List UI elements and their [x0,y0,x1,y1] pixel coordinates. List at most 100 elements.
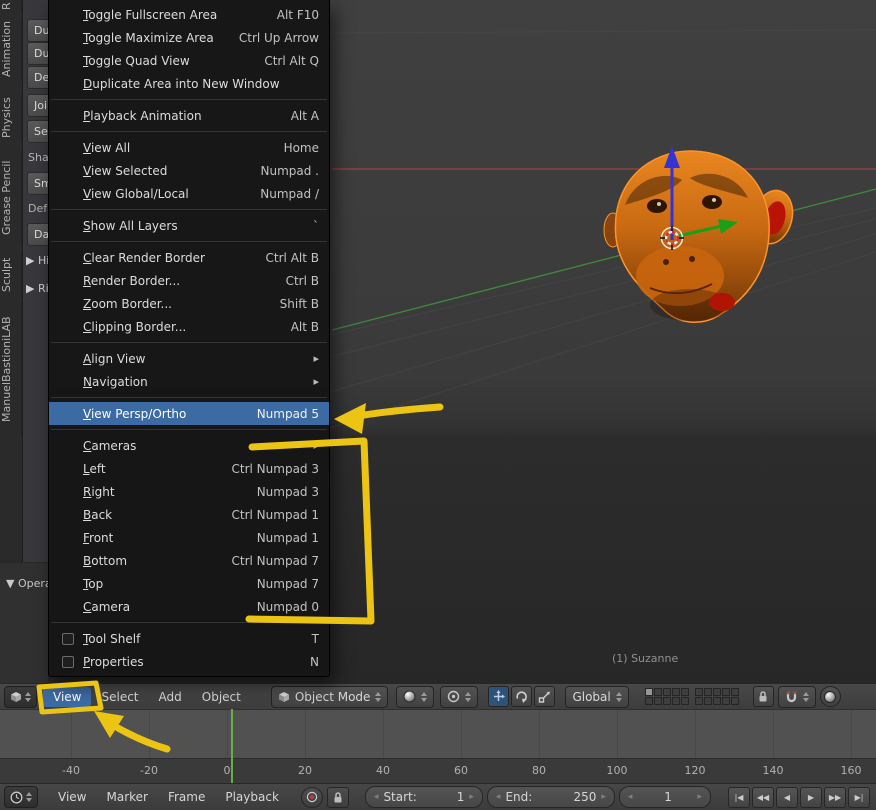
layer-toggle[interactable] [703,688,712,696]
decrement-arrow-icon[interactable]: ◂ [496,792,501,802]
menu-item-back[interactable]: Back Ctrl Numpad 1 [49,503,329,526]
layer-toggle[interactable] [662,697,671,705]
toolshelf-delet[interactable]: Delet [27,66,48,89]
timeline-ruler[interactable]: -40 -20 0 20 40 60 80 100 120 140 160 [0,758,876,783]
menu-item-clipping-border[interactable]: Clipping Border... Alt B [49,315,329,338]
layer-toggle[interactable] [730,688,739,696]
toolshelf-duplica[interactable]: Duplica [27,42,48,65]
layer-toggle[interactable] [653,697,662,705]
menu-item-align-view[interactable]: Align View ▸ [49,347,329,370]
menu-item-toggle-maximize-area[interactable]: Toggle Maximize Area Ctrl Up Arrow [49,26,329,49]
mode-dropdown[interactable]: Object Mode [270,685,389,708]
menu-item-view-all[interactable]: View All Home [49,136,329,159]
toolshelf-dupli[interactable]: Dupli [27,19,48,42]
layer-toggle[interactable] [680,697,689,705]
layer-toggle[interactable] [680,688,689,696]
menu-item-camera[interactable]: Camera Numpad 0 [49,595,329,618]
snap-magnet-dropdown[interactable] [777,685,816,708]
editor-type-button[interactable] [4,685,37,708]
timeline-editor-button[interactable] [4,786,38,808]
layer-toggle[interactable] [653,688,662,696]
menu-item-view-global-local[interactable]: View Global/Local Numpad / [49,182,329,205]
previous-keyframe-button[interactable]: ◀◀ [752,786,774,808]
toolshelf-tab-animation[interactable]: Animation [0,18,22,80]
play-reverse-button[interactable]: ◀ [776,786,798,808]
menu-item-zoom-border[interactable]: Zoom Border... Shift B [49,292,329,315]
toolshelf-set-origin[interactable]: Set Origin [27,120,48,143]
pivot-dropdown[interactable] [440,685,479,708]
layer-toggle[interactable] [703,697,712,705]
menu-item-render-border[interactable]: Render Border... Ctrl B [49,269,329,292]
toolshelf-rig[interactable]: ▶ Rig [26,282,48,295]
menu-marker-button[interactable]: Marker [96,787,157,807]
menu-item-view-selected[interactable]: View Selected Numpad . [49,159,329,182]
increment-arrow-icon[interactable]: ▸ [469,792,474,802]
toolshelf-tab-manuelbastionilab[interactable]: ManuelBastioniLAB [0,302,22,436]
opengl-render-button[interactable] [819,686,841,707]
layer-toggle[interactable] [721,697,730,705]
layer-toggle[interactable] [712,697,721,705]
decrement-arrow-icon[interactable]: ◂ [628,792,633,802]
end-frame-field[interactable]: ◂ End: 250 ▸ [486,786,615,808]
menu-item-toggle-quad-view[interactable]: Toggle Quad View Ctrl Alt Q [49,49,329,72]
menu-item-view-persp-ortho[interactable]: View Persp/Ortho Numpad 5 [49,402,329,425]
menu-frame-button[interactable]: Frame [158,787,215,807]
current-frame-field[interactable]: ◂ 1 ▸ [618,786,711,808]
orientation-dropdown[interactable]: Global [565,685,629,708]
menu-playback-button[interactable]: Playback [215,787,289,807]
menu-item-top[interactable]: Top Numpad 7 [49,572,329,595]
toolshelf-tab-r[interactable]: R [0,0,22,12]
toolshelf-tab-grease-pencil[interactable]: Grease Pencil [0,150,22,246]
layer-toggle[interactable] [730,697,739,705]
menu-select-button[interactable]: Select [91,687,148,707]
menu-item-front[interactable]: Front Numpad 1 [49,526,329,549]
lock-frame-button[interactable] [326,786,349,808]
start-frame-field[interactable]: ◂ Start: 1 ▸ [364,786,483,808]
layer-toggle[interactable] [671,688,680,696]
playhead[interactable] [231,709,233,783]
manipulator-rotate-button[interactable] [511,686,533,707]
menu-item-duplicate-area-into-new-window[interactable]: Duplicate Area into New Window [49,72,329,95]
decrement-arrow-icon[interactable]: ◂ [374,792,379,802]
menu-view-button[interactable]: View [43,686,92,707]
play-button[interactable]: ▶ [800,786,822,808]
menu-item-bottom[interactable]: Bottom Ctrl Numpad 7 [49,549,329,572]
layer-toggle[interactable] [694,697,703,705]
autokey-record-button[interactable] [300,786,323,808]
menu-item-clear-render-border[interactable]: Clear Render Border Ctrl Alt B [49,246,329,269]
toolshelf-tab-sculpt[interactable]: Sculpt [0,252,22,298]
menu-item-navigation[interactable]: Navigation ▸ [49,370,329,393]
toolshelf-tab-physics[interactable]: Physics [0,94,22,142]
increment-arrow-icon[interactable]: ▸ [601,792,606,802]
operator-panel-header[interactable]: ▼ Operat [0,562,48,683]
layer-toggle[interactable] [671,697,680,705]
toolshelf-histo[interactable]: ▶ Histo [26,254,48,267]
menu-item-cameras[interactable]: Cameras ▸ [49,434,329,457]
toolshelf-data[interactable]: Data [27,223,48,246]
layer-toggle[interactable] [721,688,730,696]
layer-toggle[interactable] [644,688,653,696]
menu-view-button[interactable]: View [48,787,96,807]
toolshelf-smoot[interactable]: Smoot [27,172,48,195]
layer-toggle[interactable] [662,688,671,696]
menu-item-right[interactable]: Right Numpad 3 [49,480,329,503]
manipulator-scale-button[interactable] [534,686,556,707]
layer-toggle[interactable] [644,697,653,705]
menu-item-properties[interactable]: Properties N [49,650,329,673]
menu-add-button[interactable]: Add [149,687,192,707]
menu-item-playback-animation[interactable]: Playback Animation Alt A [49,104,329,127]
menu-item-show-all-layers[interactable]: Show All Layers ` [49,214,329,237]
menu-object-button[interactable]: Object [192,687,251,707]
scene-lock-button[interactable] [752,686,774,707]
increment-arrow-icon[interactable]: ▸ [697,792,702,802]
manipulator-translate-button[interactable] [488,686,510,707]
menu-item-tool-shelf[interactable]: Tool Shelf T [49,627,329,650]
timeline-tracks[interactable] [0,709,876,758]
layer-toggle[interactable] [694,688,703,696]
menu-item-left[interactable]: Left Ctrl Numpad 3 [49,457,329,480]
layer-toggle[interactable] [712,688,721,696]
jump-to-start-button[interactable]: |◀ [728,786,750,808]
next-keyframe-button[interactable]: ▶▶ [824,786,846,808]
menu-item-toggle-fullscreen-area[interactable]: Toggle Fullscreen Area Alt F10 [49,3,329,26]
jump-to-end-button[interactable]: ▶| [848,786,870,808]
